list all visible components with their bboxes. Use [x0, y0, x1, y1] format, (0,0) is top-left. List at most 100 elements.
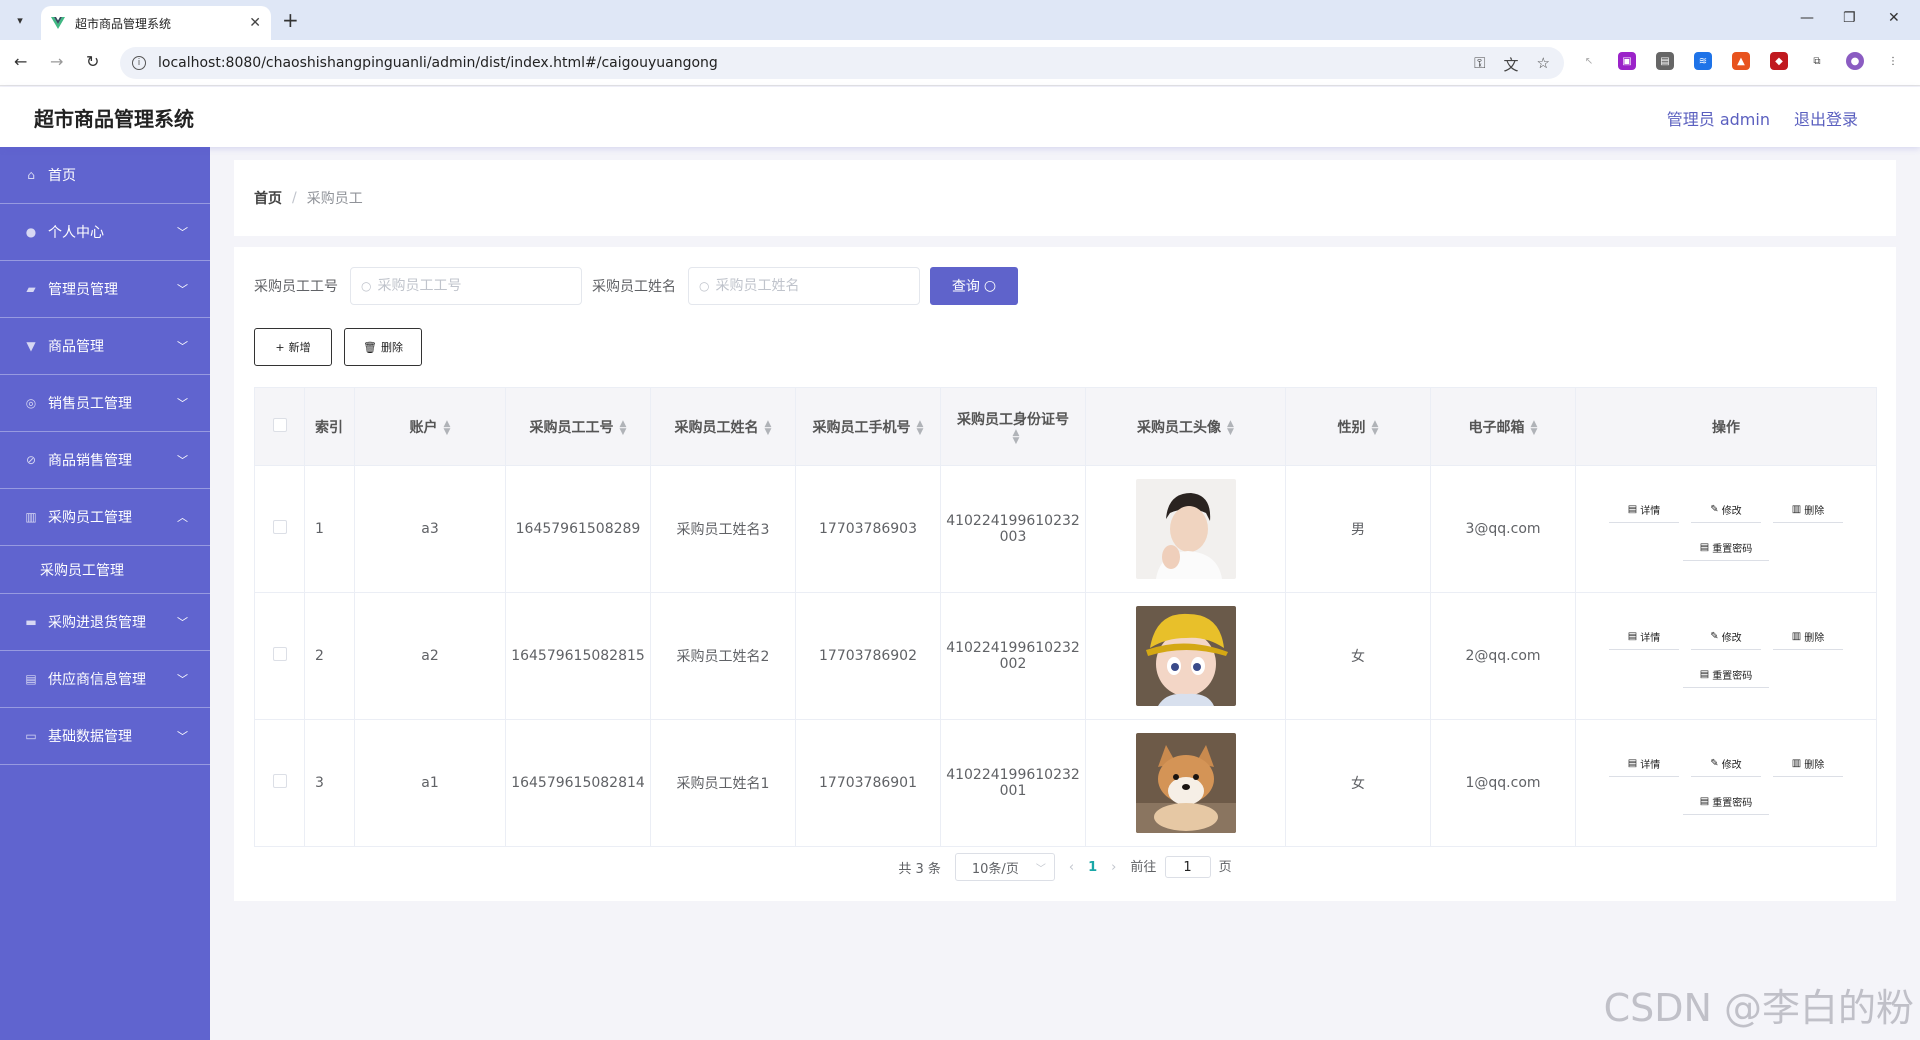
- minimize-icon[interactable]: —: [1800, 10, 1814, 26]
- bookmark-star-icon[interactable]: ☆: [1537, 54, 1550, 75]
- row-checkbox[interactable]: [272, 520, 287, 534]
- select-all-cell[interactable]: [254, 387, 305, 466]
- cursor-ext-icon[interactable]: ↖: [1580, 52, 1598, 70]
- header-gender[interactable]: 性别 ▲ ▼: [1285, 387, 1431, 466]
- submenu-item-purchase-staff[interactable]: 采购员工管理: [0, 546, 210, 594]
- select-all-checkbox[interactable]: [272, 417, 287, 432]
- detail-button[interactable]: ▤ 详情: [1609, 751, 1679, 777]
- row-delete-button[interactable]: ▥ 删除: [1773, 751, 1843, 777]
- back-icon[interactable]: ←: [14, 52, 27, 71]
- sidebar-item-base-data[interactable]: ▭ 基础数据管理 ﹀: [0, 708, 210, 765]
- search-label-id: 采购员工工号: [254, 279, 338, 295]
- logout-link[interactable]: 退出登录: [1794, 106, 1858, 130]
- delete-button[interactable]: 🗑 删除: [344, 328, 422, 366]
- row-select-cell[interactable]: [254, 465, 305, 593]
- row-select-cell[interactable]: [254, 719, 305, 847]
- reset-password-button[interactable]: ▤ 重置密码: [1683, 789, 1769, 815]
- forward-icon[interactable]: →: [50, 52, 63, 71]
- breadcrumb-separator: /: [292, 190, 297, 206]
- purple-ext-icon[interactable]: ▣: [1618, 52, 1636, 70]
- staff-name-input[interactable]: [715, 278, 906, 294]
- close-window-icon[interactable]: ✕: [1888, 10, 1900, 26]
- site-info-icon[interactable]: i: [132, 56, 146, 70]
- row-checkbox[interactable]: [272, 774, 287, 788]
- cell-staff-name: 采购员工姓名2: [650, 592, 796, 720]
- row-checkbox[interactable]: [272, 647, 287, 661]
- orange-ext-icon[interactable]: ▲: [1732, 52, 1750, 70]
- reload-icon[interactable]: ↻: [86, 52, 99, 71]
- cell-staff-id: 164579615082815: [505, 592, 651, 720]
- row-delete-button[interactable]: ▥ 删除: [1773, 497, 1843, 523]
- staff-id-input[interactable]: [377, 278, 568, 294]
- page-number-current[interactable]: 1: [1088, 860, 1097, 875]
- sidebar-item-home[interactable]: ⌂ 首页: [0, 147, 210, 204]
- sort-icon[interactable]: ▲ ▼: [620, 419, 627, 436]
- blue-ext-icon[interactable]: ≋: [1694, 52, 1712, 70]
- reset-password-button[interactable]: ▤ 重置密码: [1683, 662, 1769, 688]
- next-page-icon[interactable]: ›: [1111, 860, 1116, 875]
- sort-icon[interactable]: ▲ ▼: [1227, 419, 1234, 436]
- goto-page-input[interactable]: 1: [1164, 856, 1211, 879]
- sort-icon[interactable]: ▲ ▼: [917, 419, 924, 436]
- sort-icon[interactable]: ▲ ▼: [444, 419, 451, 436]
- reset-password-button[interactable]: ▤ 重置密码: [1683, 535, 1769, 561]
- idcard-line2: 002: [999, 656, 1027, 672]
- header-account[interactable]: 账户 ▲ ▼: [354, 387, 506, 466]
- header-staff-id[interactable]: 采购员工工号 ▲ ▼: [505, 387, 651, 466]
- row-select-cell[interactable]: [254, 592, 305, 720]
- sort-icon[interactable]: ▲ ▼: [1531, 419, 1538, 436]
- gray-ext-icon[interactable]: ▤: [1656, 52, 1674, 70]
- tab-close-icon[interactable]: ✕: [249, 15, 261, 31]
- add-button[interactable]: + 新增: [254, 328, 332, 366]
- cell-ops: ▤ 详情 ✎ 修改 ▥ 删除 ▤ 重置密码: [1575, 465, 1877, 593]
- header-avatar[interactable]: 采购员工头像 ▲ ▼: [1085, 387, 1286, 466]
- profile-avatar-icon[interactable]: ●: [1846, 52, 1864, 70]
- sidebar-item-goods[interactable]: ▼ 商品管理 ﹀: [0, 318, 210, 375]
- sidebar-item-label: 基础数据管理: [48, 729, 132, 745]
- sort-icon[interactable]: ▲ ▼: [765, 419, 772, 436]
- pencil-icon: ✎: [1710, 758, 1719, 769]
- page-size-select[interactable]: 10条/页 ﹀: [954, 853, 1055, 881]
- staff-id-search-field[interactable]: ○: [350, 267, 582, 305]
- password-key-icon[interactable]: ⚿: [1474, 54, 1485, 75]
- sidebar-item-suppliers[interactable]: ▤ 供应商信息管理 ﹀: [0, 651, 210, 708]
- sidebar-item-sales-staff[interactable]: ◎ 销售员工管理 ﹀: [0, 375, 210, 432]
- header-index: 索引: [304, 387, 355, 466]
- shield-ext-icon[interactable]: ◆: [1770, 52, 1788, 70]
- query-button[interactable]: 查询 ○: [930, 267, 1018, 305]
- browser-tab[interactable]: 超市商品管理系统 ✕: [41, 6, 271, 40]
- header-email[interactable]: 电子邮箱 ▲ ▼: [1430, 387, 1576, 466]
- address-bar[interactable]: i localhost:8080/chaoshishangpinguanli/a…: [120, 47, 1564, 79]
- sidebar-item-goods-sales[interactable]: ⊘ 商品销售管理 ﹀: [0, 432, 210, 489]
- staff-name-search-field[interactable]: ○: [688, 267, 920, 305]
- edit-button[interactable]: ✎ 修改: [1691, 751, 1761, 777]
- new-tab-icon[interactable]: +: [282, 8, 299, 32]
- breadcrumb-home[interactable]: 首页: [254, 188, 282, 208]
- header-phone[interactable]: 采购员工手机号 ▲ ▼: [795, 387, 941, 466]
- sidebar-item-admin[interactable]: ▰ 管理员管理 ﹀: [0, 261, 210, 318]
- cell-index: 1: [304, 465, 355, 593]
- browser-menu-icon[interactable]: ⋮: [1884, 52, 1902, 70]
- sidebar-item-profile[interactable]: ● 个人中心 ﹀: [0, 204, 210, 261]
- doc-icon: ▤: [1627, 758, 1638, 769]
- header-idcard[interactable]: 采购员工身份证号 ▲ ▼: [940, 387, 1086, 466]
- header-staff-name[interactable]: 采购员工姓名 ▲ ▼: [650, 387, 796, 466]
- edit-button[interactable]: ✎ 修改: [1691, 497, 1761, 523]
- sidebar-item-label: 管理员管理: [48, 282, 118, 298]
- row-delete-button[interactable]: ▥ 删除: [1773, 624, 1843, 650]
- sidebar-item-purchase-returns[interactable]: ▬ 采购进退货管理 ﹀: [0, 594, 210, 651]
- restore-icon[interactable]: ❐: [1843, 10, 1856, 26]
- cell-idcard: 410224199610232 003: [940, 465, 1086, 593]
- prev-page-icon[interactable]: ‹: [1069, 860, 1074, 875]
- sidebar-item-purchase-staff[interactable]: ▥ 采购员工管理 ︿: [0, 489, 210, 546]
- tab-search-icon[interactable]: ▾: [8, 8, 32, 32]
- sort-icon[interactable]: ▲ ▼: [1013, 428, 1020, 445]
- translate-icon[interactable]: 文: [1504, 54, 1519, 75]
- detail-button[interactable]: ▤ 详情: [1609, 497, 1679, 523]
- detail-button[interactable]: ▤ 详情: [1609, 624, 1679, 650]
- edit-label: 修改: [1721, 506, 1742, 517]
- cell-staff-id: 16457961508289: [505, 465, 651, 593]
- sort-icon[interactable]: ▲ ▼: [1372, 419, 1379, 436]
- extensions-puzzle-icon[interactable]: ⧉: [1808, 52, 1826, 70]
- edit-button[interactable]: ✎ 修改: [1691, 624, 1761, 650]
